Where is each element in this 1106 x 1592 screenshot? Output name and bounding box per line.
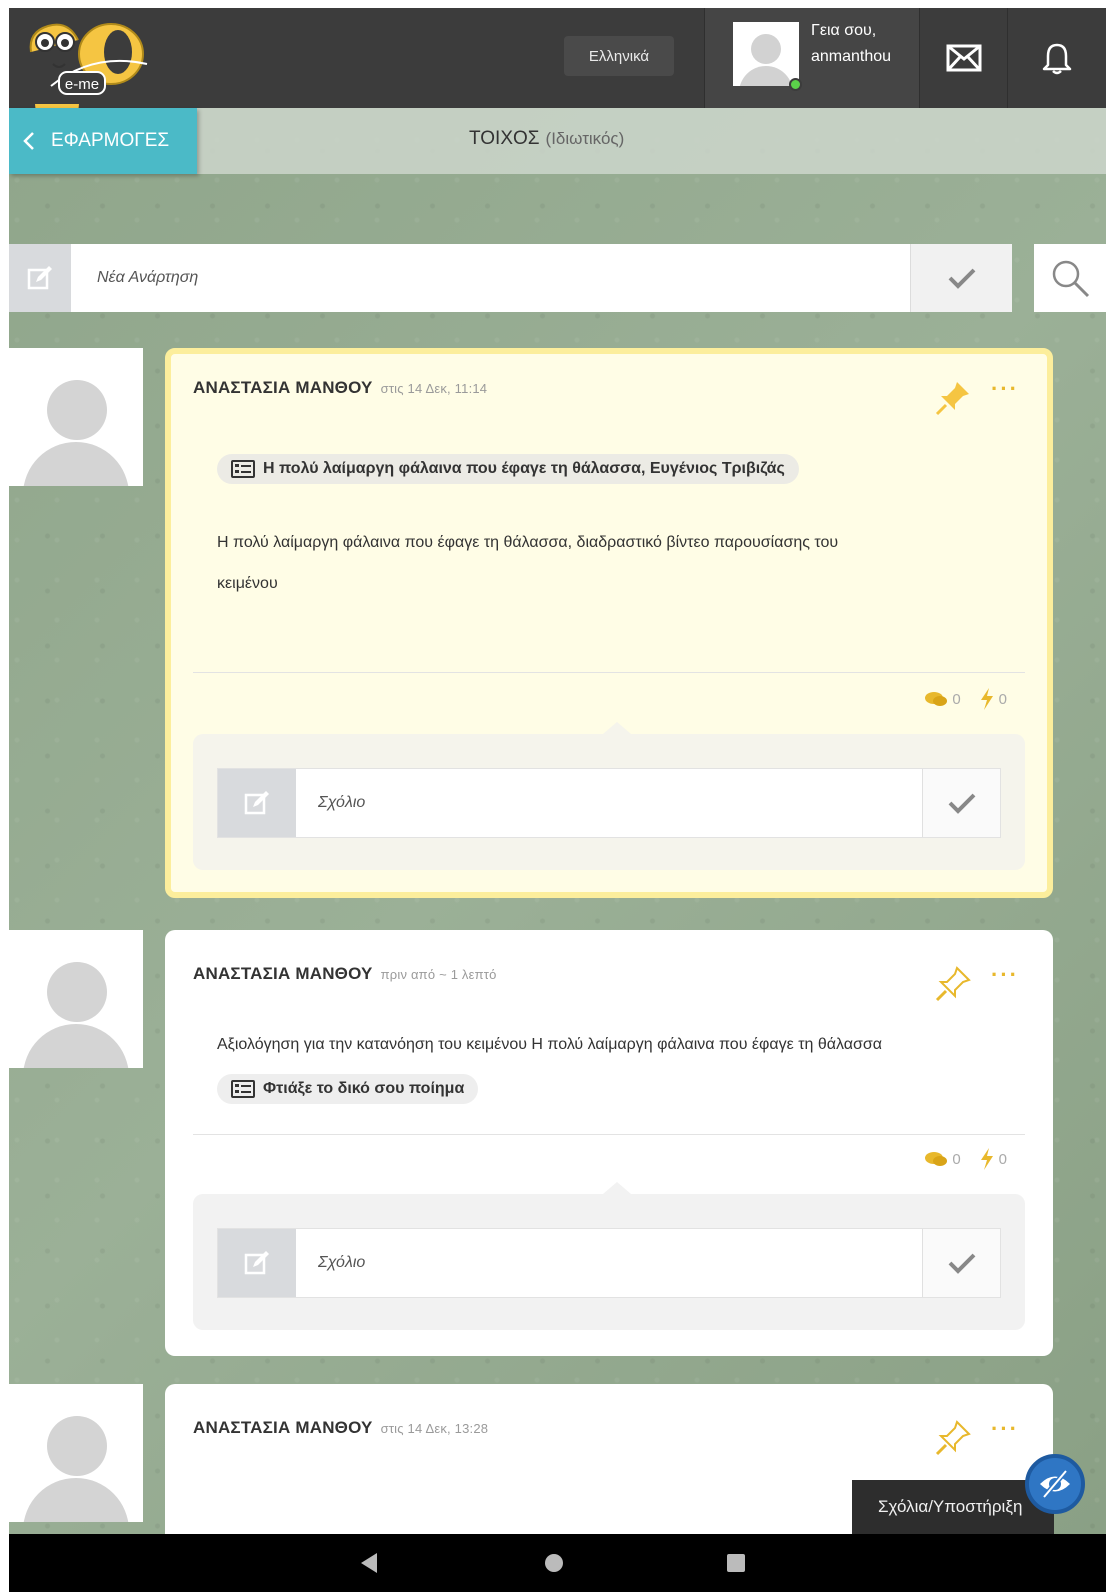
app-screen: e-me Ελληνικά Γεια σου, anmanthou ΕΦΑΡΜΟ… — [9, 8, 1106, 1534]
apps-back-button[interactable]: ΕΦΑΡΜΟΓΕΣ — [9, 108, 197, 174]
likes-stat[interactable]: 0 — [979, 688, 1007, 710]
page-title-text: ΤΟΙΧΟΣ — [469, 128, 540, 149]
comment-input[interactable]: Σχόλιο — [296, 1229, 922, 1297]
comment-edit-icon-box — [218, 1229, 296, 1297]
online-status-dot — [789, 78, 802, 91]
search-button[interactable] — [1034, 244, 1106, 312]
author-name[interactable]: ΑΝΑΣΤΑΣΙΑ ΜΑΝΘΟΥ — [193, 378, 373, 397]
post-author: ΑΝΑΣΤΑΣΙΑ ΜΑΝΘΟΥ πριν από ~ 1 λεπτό — [193, 964, 497, 984]
hide-feedback-button[interactable] — [1025, 1454, 1085, 1514]
post-time: στις 14 Δεκ, 13:28 — [380, 1421, 489, 1436]
more-options-icon[interactable]: ··· — [991, 962, 1019, 988]
page-title: ΤΟΙΧΟΣ (Ιδιωτικός) — [469, 128, 624, 150]
post-stats: 0 0 — [924, 1148, 1007, 1170]
post-time: στις 14 Δεκ, 11:14 — [380, 381, 488, 396]
check-icon — [948, 1253, 975, 1274]
comment-input[interactable]: Σχόλιο — [296, 769, 922, 837]
check-icon — [948, 268, 975, 289]
user-menu[interactable]: Γεια σου, anmanthou — [704, 8, 919, 108]
comments-count: 0 — [952, 690, 961, 708]
bell-icon — [1042, 43, 1072, 75]
e-me-logo[interactable]: e-me — [23, 12, 153, 98]
language-button[interactable]: Ελληνικά — [564, 36, 674, 76]
post-card: ΑΝΑΣΤΑΣΙΑ ΜΑΝΘΟΥ πριν από ~ 1 λεπτό ··· Α… — [165, 930, 1053, 1356]
post-text-line: Αξιολόγηση για την κατανόηση του κειμένο… — [217, 1036, 883, 1053]
lightning-icon — [980, 688, 993, 710]
post-author: ΑΝΑΣΤΑΣΙΑ ΜΑΝΘΟΥ στις 14 Δεκ, 13:28 — [193, 1418, 488, 1438]
comment-box: Σχόλιο — [217, 768, 1001, 838]
back-nav-icon[interactable] — [359, 1552, 379, 1574]
page-subtitle: (Ιδιωτικός) — [545, 129, 625, 148]
lightning-icon — [980, 1148, 993, 1170]
author-name[interactable]: ΑΝΑΣΤΑΣΙΑ ΜΑΝΘΟΥ — [193, 1418, 373, 1437]
top-bar: e-me Ελληνικά Γεια σου, anmanthou — [9, 8, 1106, 108]
pin-outline-icon[interactable] — [933, 964, 973, 1004]
username: anmanthou — [811, 48, 892, 65]
mail-icon — [946, 44, 981, 72]
post-divider — [193, 1134, 1025, 1135]
post-author-avatar[interactable] — [9, 930, 143, 1068]
search-icon — [1052, 260, 1090, 298]
edit-icon — [27, 266, 52, 290]
list-icon — [231, 1080, 255, 1098]
comment-box: Σχόλιο — [217, 1228, 1001, 1298]
likes-count: 0 — [998, 690, 1007, 708]
edit-icon — [244, 1251, 269, 1275]
attachment-chip[interactable]: Η πολύ λαίμαργη φάλαινα που έφαγε τη θάλ… — [217, 454, 799, 484]
messages-button[interactable] — [919, 8, 1007, 108]
feedback-support-button[interactable]: Σχόλια/Υποστήριξη — [852, 1480, 1054, 1534]
eye-slash-icon — [1040, 1469, 1070, 1499]
new-post-input[interactable]: Νέα Ανάρτηση — [71, 244, 910, 312]
system-nav-bar — [9, 1534, 1106, 1592]
avatar — [733, 22, 799, 86]
submit-comment-button[interactable] — [922, 769, 1000, 837]
post-author: ΑΝΑΣΤΑΣΙΑ ΜΑΝΘΟΥ στις 14 Δεκ, 11:14 — [193, 378, 487, 398]
post-author-avatar[interactable] — [9, 348, 143, 486]
comment-edit-icon-box — [218, 769, 296, 837]
apps-label: ΕΦΑΡΜΟΓΕΣ — [51, 130, 170, 151]
home-nav-icon[interactable] — [543, 1552, 565, 1574]
comments-icon — [925, 692, 948, 706]
submit-post-button[interactable] — [910, 244, 1012, 312]
recents-nav-icon[interactable] — [726, 1553, 746, 1573]
comments-icon — [925, 1152, 948, 1166]
submit-comment-button[interactable] — [922, 1229, 1000, 1297]
more-options-icon[interactable]: ··· — [991, 376, 1019, 402]
comments-stat[interactable]: 0 — [924, 1150, 961, 1168]
attachment-title: Φτιάξε το δικό σου ποίημα — [263, 1080, 465, 1097]
attachment-title: Η πολύ λαίμαργη φάλαινα που έφαγε τη θάλ… — [263, 460, 785, 477]
comment-area: Σχόλιο — [193, 722, 1025, 870]
more-options-icon[interactable]: ··· — [991, 1416, 1019, 1442]
logo-text: e-me — [65, 76, 99, 93]
notifications-button[interactable] — [1007, 8, 1106, 108]
pin-icon[interactable] — [933, 378, 973, 418]
new-post-bar: Νέα Ανάρτηση — [9, 244, 1012, 312]
likes-stat[interactable]: 0 — [979, 1148, 1007, 1170]
edit-icon — [244, 791, 269, 815]
comments-stat[interactable]: 0 — [924, 690, 961, 708]
check-icon — [948, 793, 975, 814]
post-card: ΑΝΑΣΤΑΣΙΑ ΜΑΝΘΟΥ στις 14 Δεκ, 11:14 ··· Η… — [165, 348, 1053, 898]
pin-outline-icon[interactable] — [933, 1418, 973, 1458]
post-divider — [193, 672, 1025, 673]
attachment-chip[interactable]: Φτιάξε το δικό σου ποίημα — [217, 1074, 479, 1104]
post-stats: 0 0 — [924, 688, 1007, 710]
post-text-line: Η πολύ λαίμαργη φάλαινα που έφαγε τη θάλ… — [217, 534, 839, 551]
comment-area: Σχόλιο — [193, 1182, 1025, 1330]
likes-count: 0 — [998, 1150, 1007, 1168]
post-body: Η πολύ λαίμαργη φάλαινα που έφαγε τη θάλ… — [217, 522, 838, 604]
greeting-text: Γεια σου, — [811, 22, 877, 39]
comments-count: 0 — [952, 1150, 961, 1168]
author-name[interactable]: ΑΝΑΣΤΑΣΙΑ ΜΑΝΘΟΥ — [193, 964, 373, 983]
user-greeting: Γεια σου, anmanthou — [811, 18, 891, 70]
post-author-avatar[interactable] — [9, 1384, 143, 1522]
feedback-label: Σχόλια/Υποστήριξη — [878, 1497, 1023, 1516]
list-icon — [231, 460, 255, 478]
post-text-line: κειμένου — [217, 575, 278, 592]
edit-icon-box — [9, 244, 71, 312]
chevron-left-icon — [23, 132, 34, 150]
post-time: πριν από ~ 1 λεπτό — [380, 967, 497, 982]
post-body: Αξιολόγηση για την κατανόηση του κειμένο… — [217, 1030, 882, 1060]
